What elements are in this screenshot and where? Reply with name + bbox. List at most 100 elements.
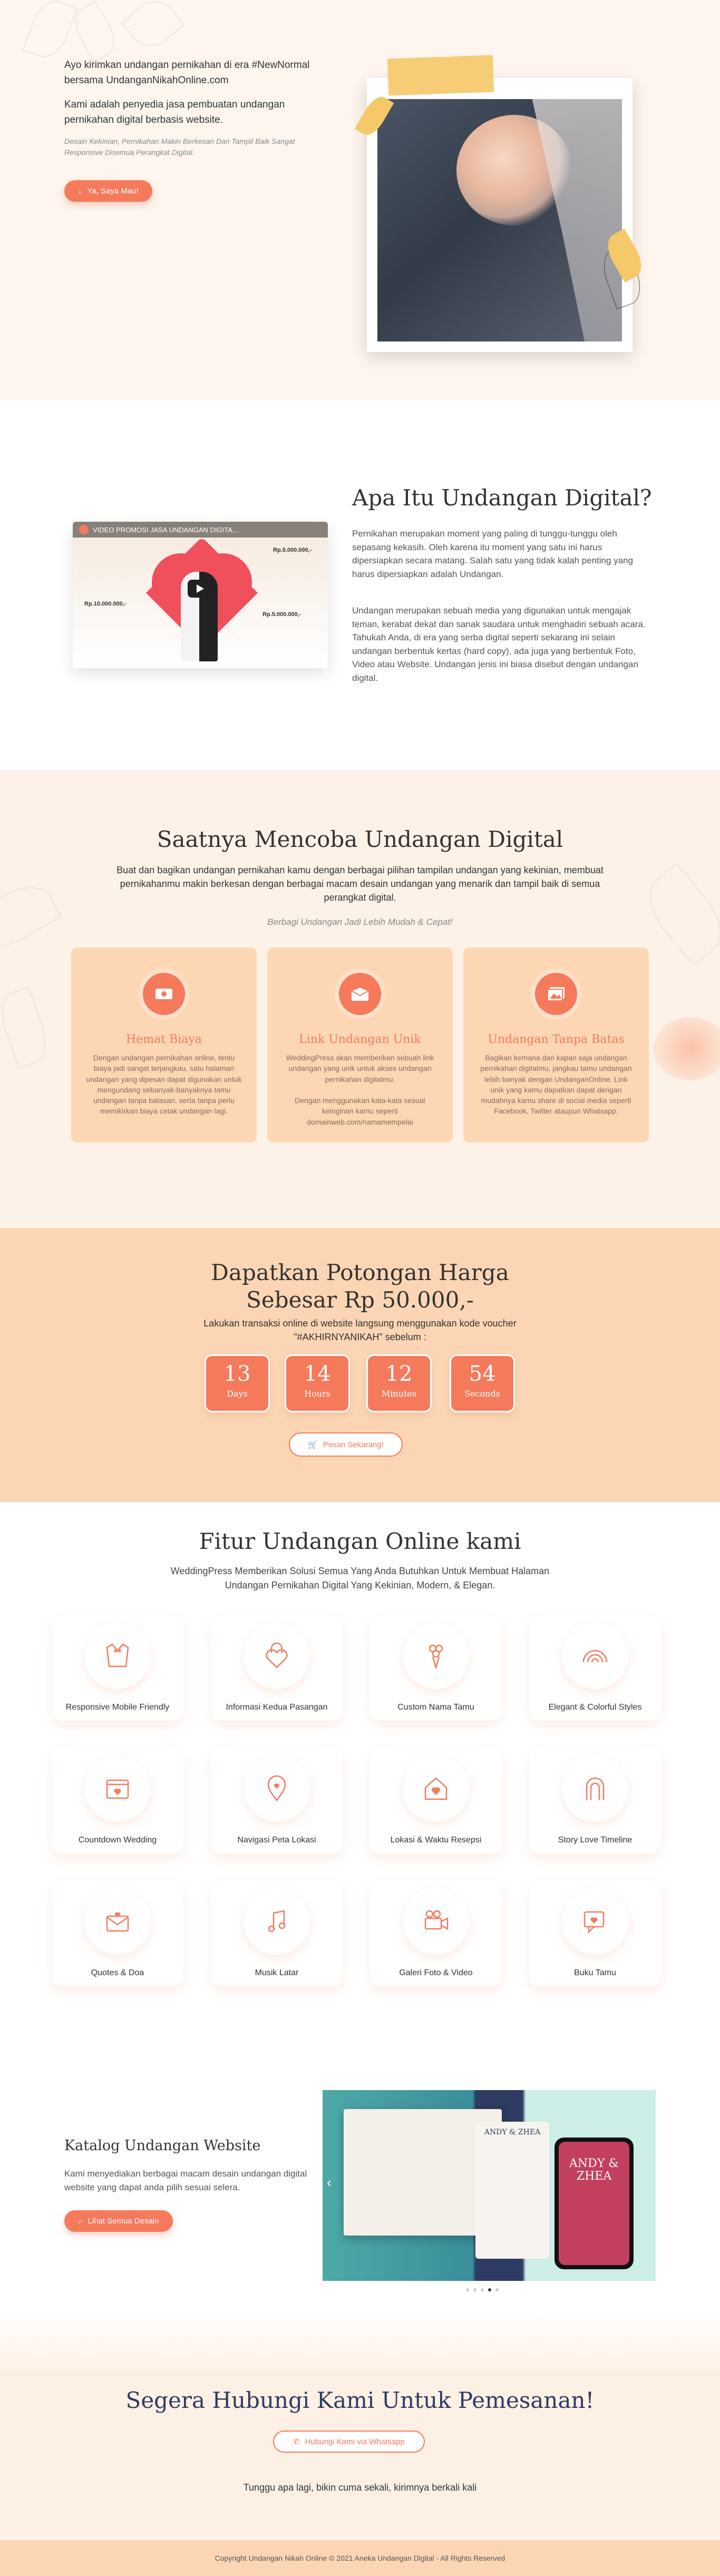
price-tag: Rp.5.000.000,- bbox=[273, 547, 312, 553]
view-all-designs-button[interactable]: ⌕ Lihat Semua Desain bbox=[64, 2210, 173, 2232]
countdown-seconds: 54 Seconds bbox=[450, 1354, 515, 1412]
countdown-label: Hours bbox=[304, 1389, 330, 1399]
benefit-title: Hemat Biaya bbox=[126, 1033, 202, 1046]
benefit-text: WeddingPress akan memberikan sebuah link… bbox=[286, 1053, 434, 1126]
about-paragraph-1: Pernikahan merupakan moment yang paling … bbox=[352, 529, 634, 579]
mail-icon bbox=[335, 969, 385, 1019]
feature-card: Buku Tamu bbox=[529, 1881, 661, 1986]
price-tag: Rp.5.000.000,- bbox=[262, 611, 301, 618]
video-caption: VIDEO PROMOSI JASA UNDANGAN DIGITA... bbox=[93, 525, 238, 534]
heart-lock-icon bbox=[244, 1623, 310, 1689]
benefit-card: Hemat Biaya Dengan undangan pernikahan o… bbox=[71, 948, 257, 1143]
benefit-title: Undangan Tanpa Batas bbox=[488, 1033, 625, 1046]
feature-label: Story Love Timeline bbox=[558, 1836, 633, 1845]
hero-photo-frame bbox=[367, 78, 633, 352]
feature-card: Responsive Mobile Friendly bbox=[52, 1615, 183, 1721]
feature-card: Navigasi Peta Lokasi bbox=[211, 1748, 343, 1853]
hero-section: Ayo kirimkan undangan pernikahan di era … bbox=[0, 0, 720, 401]
music-icon bbox=[244, 1888, 310, 1955]
bouquet-icon bbox=[403, 1623, 469, 1689]
rainbow-icon bbox=[562, 1623, 628, 1689]
feature-label: Elegant & Colorful Styles bbox=[548, 1703, 642, 1712]
features-description: WeddingPress Memberikan Solusi Semua Yan… bbox=[170, 1566, 550, 1591]
countdown-label: Days bbox=[227, 1389, 248, 1399]
feature-label: Lokasi & Waktu Resepsi bbox=[390, 1836, 482, 1845]
leaf-decoration bbox=[0, 987, 54, 1069]
feature-card: Lokasi & Waktu Resepsi bbox=[370, 1748, 502, 1853]
calendar-icon bbox=[84, 1755, 151, 1822]
feature-label: Navigasi Peta Lokasi bbox=[237, 1836, 316, 1845]
view-all-designs-label: Lihat Semua Desain bbox=[87, 2217, 159, 2226]
countdown-hours: 14 Hours bbox=[285, 1354, 350, 1412]
envelope-heart-icon bbox=[84, 1888, 151, 1955]
catalog-description: Kami menyediakan berbagai macam desain u… bbox=[64, 2169, 307, 2192]
hero-subtitle: Desain Kekinian, Pernikahan Makin Berkes… bbox=[64, 137, 295, 157]
promo-title-line-2: Sebesar Rp 50.000,- bbox=[246, 1287, 474, 1313]
about-section: VIDEO PROMOSI JASA UNDANGAN DIGITA... Rp… bbox=[0, 401, 720, 769]
preview-phone-hand: ANDY & ZHEA bbox=[554, 2138, 634, 2269]
cart-icon: 🛒 bbox=[308, 1440, 318, 1449]
feature-card: Custom Nama Tamu bbox=[370, 1615, 502, 1721]
slider-dot[interactable] bbox=[481, 2288, 484, 2291]
hero-line-2: Kami adalah penyedia jasa pembuatan unda… bbox=[64, 99, 285, 125]
slider-dot[interactable] bbox=[488, 2288, 491, 2291]
video-thumbnail[interactable]: VIDEO PROMOSI JASA UNDANGAN DIGITA... Rp… bbox=[73, 522, 328, 668]
features-section: Fitur Undangan Online kami WeddingPress … bbox=[0, 1502, 720, 2045]
map-pin-icon bbox=[244, 1755, 310, 1822]
arrow-down-icon: ↓ bbox=[78, 187, 82, 196]
catalog-section: Katalog Undangan Website Kami menyediaka… bbox=[0, 2045, 720, 2308]
gallery-icon bbox=[531, 969, 581, 1019]
promo-description: Lakukan transaksi online di website lang… bbox=[203, 1318, 517, 1343]
slider-dot[interactable] bbox=[466, 2288, 469, 2291]
catalog-slider[interactable]: ANDY & ZHEA ANDY & ZHEA ‹ bbox=[323, 2090, 656, 2281]
channel-avatar bbox=[79, 525, 89, 534]
price-tag: Rp.10.000.000,- bbox=[84, 601, 127, 607]
benefit-card: Link Undangan Unik WeddingPress akan mem… bbox=[267, 948, 453, 1143]
order-now-button[interactable]: 🛒 Pesan Sekarang! bbox=[289, 1432, 403, 1457]
try-tagline: Berbagi Undangan Jadi Lebih Mudah & Cepa… bbox=[267, 917, 453, 927]
tuxedo-icon bbox=[84, 1623, 151, 1689]
whatsapp-label: Hubungi Kami via Whatsapp bbox=[305, 2437, 405, 2446]
leaf-decoration bbox=[636, 863, 720, 966]
countdown-value: 12 bbox=[385, 1362, 413, 1386]
about-paragraph-2: Undangan merupakan sebuah media yang dig… bbox=[352, 606, 646, 683]
contact-section: Segera Hubungi Kami Untuk Pemesanan! ✆ H… bbox=[0, 2308, 720, 2540]
feature-label: Informasi Kedua Pasangan bbox=[226, 1703, 328, 1712]
countdown-label: Seconds bbox=[464, 1389, 500, 1399]
feature-card: Elegant & Colorful Styles bbox=[529, 1615, 661, 1721]
countdown-value: 14 bbox=[304, 1362, 331, 1386]
promo-section: Dapatkan Potongan Harga Sebesar Rp 50.00… bbox=[0, 1228, 720, 1502]
catalog-title: Katalog Undangan Website bbox=[64, 2138, 261, 2154]
about-title: Apa Itu Undangan Digital? bbox=[352, 485, 652, 511]
leaf-decoration bbox=[23, 0, 77, 63]
feature-card: Galeri Foto & Video bbox=[370, 1881, 502, 1986]
contact-note: Tunggu apa lagi, bikin cuma sekali, kiri… bbox=[243, 2482, 477, 2493]
slider-prev-icon[interactable]: ‹ bbox=[327, 2174, 332, 2191]
whatsapp-button[interactable]: ✆ Hubungi Kami via Whatsapp bbox=[273, 2431, 425, 2453]
tape-decoration bbox=[387, 55, 494, 96]
hero-cta-label: Ya, Saya Mau! bbox=[87, 187, 139, 196]
money-icon bbox=[139, 969, 189, 1019]
hero-cta-button[interactable]: ↓ Ya, Saya Mau! bbox=[64, 180, 152, 202]
video-title-bar: VIDEO PROMOSI JASA UNDANGAN DIGITA... bbox=[73, 522, 328, 538]
feature-label: Musik Latar bbox=[255, 1968, 299, 1977]
feature-label: Buku Tamu bbox=[574, 1968, 616, 1977]
play-button[interactable] bbox=[188, 580, 213, 598]
hero-line-1: Ayo kirimkan undangan pernikahan di era … bbox=[64, 60, 310, 86]
contact-title: Segera Hubungi Kami Untuk Pemesanan! bbox=[125, 2387, 595, 2413]
slider-dot[interactable] bbox=[495, 2288, 499, 2291]
leaf-decoration bbox=[121, 0, 185, 55]
feature-card: Countdown Wedding bbox=[52, 1748, 183, 1853]
hero-photo bbox=[377, 99, 622, 341]
feature-card: Musik Latar bbox=[211, 1881, 343, 1986]
order-now-label: Pesan Sekarang! bbox=[323, 1440, 384, 1449]
benefit-text: Bagikan kemana dan kapan saja undangan p… bbox=[480, 1053, 632, 1116]
chat-heart-icon bbox=[562, 1888, 628, 1955]
slider-dot[interactable] bbox=[473, 2288, 476, 2291]
benefit-card: Undangan Tanpa Batas Bagikan kemana dan … bbox=[463, 948, 649, 1143]
whatsapp-icon: ✆ bbox=[293, 2437, 300, 2446]
features-title: Fitur Undangan Online kami bbox=[199, 1528, 521, 1554]
try-description: Buat dan bagikan undangan pernikahan kam… bbox=[116, 865, 604, 903]
countdown-minutes: 12 Minutes bbox=[366, 1354, 432, 1412]
countdown-value: 13 bbox=[223, 1362, 251, 1386]
